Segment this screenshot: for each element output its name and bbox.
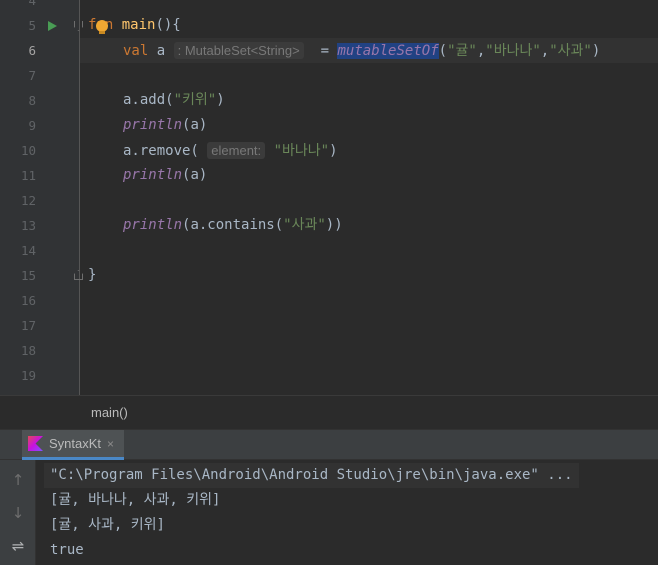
selected-call: mutableSetOf <box>337 43 439 59</box>
line-number: 19 <box>20 368 36 383</box>
code-line: 4 <box>0 0 658 13</box>
breadcrumb-bar: main() <box>0 395 658 429</box>
keyword-val: val <box>123 43 149 59</box>
code-text[interactable]: } <box>88 263 96 288</box>
code-call: (a.contains( <box>182 217 284 233</box>
line-number: 16 <box>20 293 36 308</box>
code-text[interactable]: println(a) <box>123 113 207 138</box>
lightbulb-icon[interactable] <box>96 20 108 34</box>
line-number: 17 <box>20 318 36 333</box>
code-text[interactable]: println(a.contains("사과")) <box>123 213 343 238</box>
string-literal: "귤" <box>447 43 477 59</box>
assign-op: = <box>320 43 330 59</box>
code-line: 7 <box>0 63 658 88</box>
line-number: 15 <box>20 268 36 283</box>
run-panel: SyntaxKt × ↑ ↓ ⇌ "C:\Program Files\Andro… <box>0 429 658 565</box>
code-punct: ) <box>216 92 225 108</box>
run-toolstrip: ↑ ↓ ⇌ <box>0 460 36 565</box>
line-number: 7 <box>28 68 36 83</box>
code-args: (a) <box>182 167 208 183</box>
code-punct: ( <box>438 43 448 59</box>
line-number: 5 <box>28 18 36 33</box>
kotlin-icon <box>28 436 43 451</box>
console-line: true <box>50 542 84 558</box>
string-literal: "사과" <box>549 43 592 59</box>
tab-label: SyntaxKt <box>49 436 102 451</box>
soft-wrap-icon[interactable]: ⇌ <box>8 536 28 556</box>
code-editor[interactable]: 4 5 fun main(){ 6 val a : MutableSet<Str… <box>0 0 658 395</box>
tab-syntaxkt[interactable]: SyntaxKt × <box>22 430 125 460</box>
arrow-up-icon[interactable]: ↑ <box>8 470 28 490</box>
code-line: 17 <box>0 313 658 338</box>
line-number: 6 <box>28 43 36 58</box>
code-call: a.add( <box>123 92 174 108</box>
line-number: 11 <box>20 168 36 183</box>
code-line: 16 <box>0 288 658 313</box>
line-number: 14 <box>20 243 36 258</box>
code-text[interactable]: a.remove( element: "바나나") <box>123 138 338 164</box>
code-punct: )) <box>325 217 343 233</box>
variable-name: a <box>156 43 166 59</box>
code-punct: (){ <box>155 17 181 33</box>
println-call: println <box>123 117 183 133</box>
console-command-line: "C:\Program Files\Android\Android Studio… <box>44 463 579 488</box>
closing-brace: } <box>88 267 97 283</box>
run-tabbar: SyntaxKt × <box>0 430 658 460</box>
close-icon[interactable]: × <box>107 437 114 451</box>
code-line: 18 <box>0 338 658 363</box>
breadcrumb[interactable]: main() <box>91 396 128 429</box>
code-text[interactable]: val a : MutableSet<String> = mutableSetO… <box>123 38 600 64</box>
line-number: 10 <box>20 143 36 158</box>
code-punct: , <box>476 43 486 59</box>
code-call: a.remove( <box>123 143 199 159</box>
code-text[interactable]: println(a) <box>123 163 207 188</box>
line-number: 18 <box>20 343 36 358</box>
string-literal: "바나나" <box>485 43 541 59</box>
type-hint: : MutableSet<String> <box>173 42 304 59</box>
function-name: main <box>121 17 156 33</box>
run-gutter-icon[interactable] <box>48 21 57 31</box>
string-literal: "사과" <box>283 217 326 233</box>
code-punct: , <box>540 43 550 59</box>
arrow-down-icon[interactable]: ↓ <box>8 503 28 523</box>
code-line: 9 println(a) <box>0 113 658 138</box>
code-line: 13 println(a.contains("사과")) <box>0 213 658 238</box>
code-text[interactable]: a.add("키위") <box>123 88 225 113</box>
println-call: println <box>123 167 183 183</box>
code-line: 11 println(a) <box>0 163 658 188</box>
code-args: (a) <box>182 117 208 133</box>
line-number: 13 <box>20 218 36 233</box>
string-literal: "키위" <box>173 92 217 108</box>
code-punct: ) <box>591 43 601 59</box>
line-number: 12 <box>20 193 36 208</box>
code-line: 8 a.add("키위") <box>0 88 658 113</box>
code-line: 6 val a : MutableSet<String> = mutableSe… <box>0 38 658 63</box>
line-number: 8 <box>28 93 36 108</box>
code-punct: ) <box>329 143 338 159</box>
param-hint: element: <box>207 142 266 159</box>
console-output[interactable]: "C:\Program Files\Android\Android Studio… <box>44 463 654 563</box>
console-line: [귤, 사과, 키위] <box>50 517 165 533</box>
console-line: [귤, 바나나, 사과, 키위] <box>50 492 221 508</box>
code-line: 19 <box>0 363 658 388</box>
string-literal: "바나나" <box>273 143 330 159</box>
println-call: println <box>123 217 183 233</box>
code-line: 10 a.remove( element: "바나나") <box>0 138 658 163</box>
line-number: 9 <box>28 118 36 133</box>
code-line: 15 } <box>0 263 658 288</box>
code-line: 14 <box>0 238 658 263</box>
code-line: 12 <box>0 188 658 213</box>
line-number: 4 <box>28 0 36 8</box>
